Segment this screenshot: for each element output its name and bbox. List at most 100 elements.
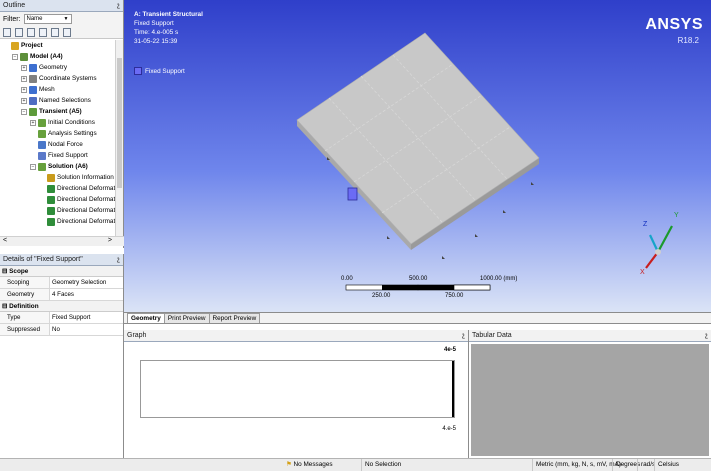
details-section-header[interactable]: ⊟ Definition [0,301,123,312]
details-section-header[interactable]: ⊟ Scope [0,266,123,277]
graph-top-value: 4e-5 [443,347,456,353]
z-axis-label: Z [643,221,648,228]
x-axis-label: X [640,269,645,276]
details-row[interactable]: Suppressed No [0,324,123,336]
details-section-title: Definition [9,303,39,310]
tree-node[interactable]: + Geometry [21,62,67,73]
tabular-data-area[interactable] [471,344,709,456]
scale-bar [345,284,491,291]
details-title-bar: Details of "Fixed Support" չ [0,254,123,266]
expand-node-icon[interactable] [39,27,47,37]
tree-node[interactable]: − Solution (A6) [30,161,88,172]
tree-node[interactable]: + Initial Conditions [30,117,95,128]
tree-node[interactable]: Directional Deformation [39,194,116,205]
directional-deformation-icon [47,206,55,215]
tree-expander-icon[interactable]: − [21,108,27,115]
tree-expander-icon[interactable]: − [12,53,18,60]
tree-node[interactable]: + Mesh [21,84,55,95]
tag-icon[interactable] [51,27,59,37]
details-value[interactable]: 4 Faces [50,289,123,300]
pin-icon[interactable]: չ [705,330,708,342]
tree-node[interactable]: Directional Deformation [39,183,116,194]
temperature-units[interactable]: Celsius [654,459,679,471]
tree-node[interactable]: Fixed Support [30,150,88,161]
solution-information-icon [47,173,55,182]
graph-bottom-value: 4.e-5 [442,426,456,432]
view-tab[interactable]: Geometry [127,313,165,323]
directional-deformation-icon [47,184,55,193]
outline-horizontal-scrollbar[interactable]: < > [0,236,124,246]
tree-node[interactable]: Project [3,40,43,51]
tree-expander-icon[interactable]: − [30,163,36,170]
pin-icon[interactable]: չ [117,0,120,12]
filter-select[interactable]: Name ▼ [23,14,72,24]
tree-node-label: Transient (A5) [39,108,82,115]
details-row[interactable]: Type Fixed Support [0,312,123,324]
tree-node[interactable]: Analysis Settings [30,128,97,139]
solution-icon [38,162,46,171]
messages-label: No Messages [293,461,333,468]
view-tab[interactable]: Print Preview [163,313,210,323]
tabular-title-bar: Tabular Data չ [469,330,711,342]
tree-expander-icon[interactable]: + [21,86,27,93]
filter-tree-icon[interactable] [27,27,35,37]
tree-node-label: Initial Conditions [48,119,95,126]
messages-status[interactable]: ⚑ No Messages [283,459,333,471]
tree-node-label: Geometry [39,64,68,71]
scale-label-1000: 1000.00 (mm) [480,276,518,282]
tree-node[interactable]: Directional Deformation [39,205,116,216]
details-row[interactable]: Scoping MethodGeometry Selection [0,277,123,298]
status-bar: ⚑ No Messages No Selection Metric (mm, k… [0,458,711,471]
fixed-support-icon [38,151,46,160]
details-value[interactable]: Fixed Support [50,312,123,323]
collapse-icon[interactable] [15,27,23,37]
tree-node-label: Directional Deformation [57,185,116,192]
chevron-down-icon: ▼ [63,16,69,22]
geometry-icon [29,63,37,72]
details-key: Suppressed [0,324,50,335]
units-status[interactable]: Metric (mm, kg, N, s, mV, mA) [532,459,621,471]
graphics-viewport[interactable]: A: Transient Structural Fixed Support Ti… [124,0,711,312]
graph-plot-area[interactable] [140,360,455,418]
tree-node[interactable]: − Model (A4) [12,51,63,62]
analysis-settings-icon [38,129,46,138]
tree-node-label: Directional Deformation [57,207,116,214]
fixed-support-marker[interactable] [347,187,358,201]
scale-label-0: 0.00 [341,276,353,282]
outline-vertical-scrollbar[interactable] [115,40,123,236]
tree-node[interactable]: + Named Selections [21,95,91,106]
details-value[interactable]: No [50,324,123,335]
scroll-right-icon[interactable]: > [108,237,112,244]
details-row[interactable]: Geometry 4 Faces [0,289,123,301]
filter-row: Filter: Name ▼ [0,12,123,26]
tree-node[interactable]: Solution Information [39,172,114,183]
tree-node[interactable]: Nodal Force [30,139,83,150]
sort-icon[interactable] [63,27,71,37]
scroll-left-icon[interactable]: < [3,237,7,244]
tree-node[interactable]: − Transient (A5) [21,106,82,117]
pin-icon[interactable]: չ [117,254,120,266]
rotational-units[interactable]: rad/s [637,459,655,471]
details-value[interactable]: Geometry Selection [50,277,123,288]
tree-node[interactable]: + Coordinate Systems [21,73,97,84]
angle-units[interactable]: Degrees [612,459,640,471]
initial-conditions-icon [38,118,46,127]
y-axis-label: Y [674,212,679,219]
tree-node-label: Directional Deformation [57,196,116,203]
outline-title: Outline [3,2,26,9]
details-key: Scoping Method [0,277,50,298]
outline-tree: Project − Model (A4) + Geometry + Coordinate S… [0,40,116,236]
scroll-thumb[interactable] [117,58,122,188]
tree-expander-icon[interactable]: + [21,75,27,82]
tree-node[interactable]: Directional Deformation [39,216,116,227]
expand-all-icon[interactable] [3,27,11,37]
nodal-force-icon [38,140,46,149]
pin-icon[interactable]: չ [462,330,465,342]
tree-expander-icon[interactable]: + [21,97,27,104]
tree-expander-icon[interactable]: + [21,64,27,71]
outline-panel: Outline չ Filter: Name ▼ Project − Model (… [0,0,124,248]
tree-node-label: Nodal Force [48,141,83,148]
transient-icon [29,107,37,116]
tree-expander-icon[interactable]: + [30,119,36,126]
view-tab[interactable]: Report Preview [208,313,261,323]
